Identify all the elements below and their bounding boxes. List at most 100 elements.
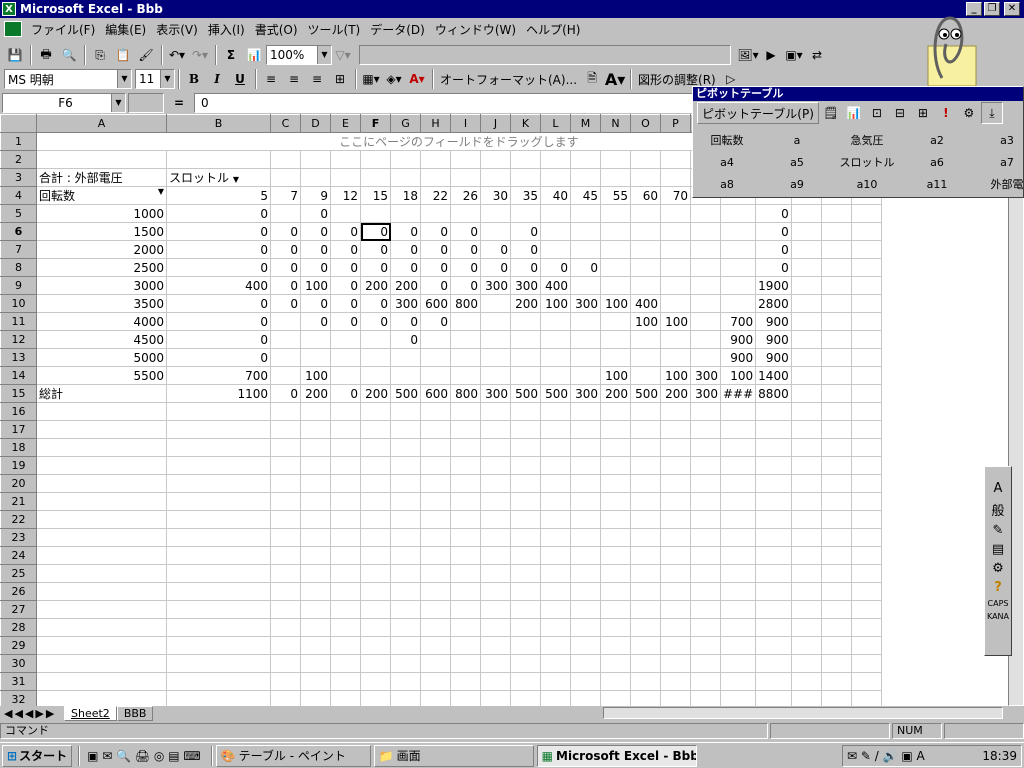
pivot-value-cell[interactable]: [690, 222, 721, 241]
cell[interactable]: [390, 600, 421, 619]
pivot-field-button[interactable]: a3: [977, 131, 1024, 151]
cell[interactable]: [36, 618, 167, 637]
cell[interactable]: [390, 402, 421, 421]
pivot-row-item[interactable]: 2500: [36, 258, 167, 277]
cell[interactable]: [570, 672, 601, 691]
pivot-field-button[interactable]: a5: [767, 153, 827, 173]
cell[interactable]: [660, 474, 691, 493]
column-header-G[interactable]: G: [390, 114, 421, 133]
font-color-icon[interactable]: A▾: [406, 68, 428, 90]
cell[interactable]: [36, 564, 167, 583]
pivot-value-cell[interactable]: 0: [540, 258, 571, 277]
cell[interactable]: [790, 672, 822, 691]
cell[interactable]: [790, 528, 822, 547]
pivot-value-cell[interactable]: 0: [330, 240, 361, 259]
autoformat-button[interactable]: オートフォーマット(A)...: [437, 68, 580, 90]
pivot-value-cell[interactable]: [719, 204, 757, 223]
chevron-down-icon[interactable]: ▼: [117, 70, 131, 88]
cell[interactable]: [330, 528, 361, 547]
cell[interactable]: [300, 654, 331, 673]
cell[interactable]: [270, 654, 301, 673]
cell[interactable]: [300, 600, 331, 619]
print-preview-icon[interactable]: 🔍: [58, 44, 80, 66]
cell[interactable]: [330, 438, 361, 457]
pivot-value-cell[interactable]: [480, 294, 511, 313]
pivot-value-cell[interactable]: 2800: [755, 294, 792, 313]
pivot-column-item[interactable]: 35: [510, 186, 541, 205]
row-header[interactable]: 21: [0, 492, 37, 511]
cell[interactable]: [510, 672, 541, 691]
row-header[interactable]: 25: [0, 564, 37, 583]
pivot-value-cell[interactable]: [390, 366, 421, 385]
cell[interactable]: [850, 636, 882, 655]
pivot-value-cell[interactable]: 0: [755, 222, 792, 241]
cell[interactable]: [755, 456, 792, 475]
cell[interactable]: [820, 366, 852, 385]
cell[interactable]: [270, 474, 301, 493]
grand-total-cell[interactable]: 総計: [36, 384, 167, 403]
cell[interactable]: [790, 204, 822, 223]
cell[interactable]: [270, 150, 301, 169]
cell[interactable]: [480, 672, 511, 691]
cell[interactable]: [510, 150, 541, 169]
cell[interactable]: [600, 492, 631, 511]
column-header-A[interactable]: A: [36, 114, 167, 133]
cell[interactable]: [790, 240, 822, 259]
autosum-button[interactable]: Σ: [220, 44, 242, 66]
grand-total-cell[interactable]: 0: [330, 384, 361, 403]
cell[interactable]: [510, 690, 541, 706]
cell[interactable]: [630, 528, 661, 547]
cell[interactable]: [330, 654, 361, 673]
cell[interactable]: [480, 402, 511, 421]
menu-file[interactable]: ファイル(F): [26, 21, 100, 38]
pivot-column-item[interactable]: 9: [300, 186, 331, 205]
cell[interactable]: [820, 330, 852, 349]
cell[interactable]: [420, 636, 451, 655]
pivot-value-cell[interactable]: [330, 366, 361, 385]
cell[interactable]: [420, 168, 451, 187]
pivot-value-cell[interactable]: [719, 240, 757, 259]
column-header-N[interactable]: N: [600, 114, 631, 133]
cell[interactable]: [450, 528, 481, 547]
cell[interactable]: [660, 618, 691, 637]
pivot-value-cell[interactable]: 0: [755, 204, 792, 223]
pivot-value-cell[interactable]: 700: [166, 366, 271, 385]
chevron-down-icon[interactable]: ▼: [233, 175, 239, 184]
pivot-value-cell[interactable]: [450, 312, 481, 331]
cell[interactable]: [540, 492, 571, 511]
pivot-value-cell[interactable]: [270, 204, 301, 223]
pivot-value-cell[interactable]: [570, 366, 601, 385]
cell[interactable]: [690, 456, 721, 475]
pivot-value-cell[interactable]: [450, 330, 481, 349]
pivot-value-cell[interactable]: 0: [166, 312, 271, 331]
pivot-column-field[interactable]: スロットル ▼: [166, 168, 271, 187]
cell[interactable]: [166, 474, 271, 493]
fill-shape-icon[interactable]: ▣▾: [783, 44, 805, 66]
cell[interactable]: [480, 636, 511, 655]
grand-total-cell[interactable]: ###: [719, 384, 757, 403]
tab-sheet2[interactable]: Sheet2: [64, 705, 117, 721]
pivot-value-cell[interactable]: [600, 240, 631, 259]
row-header[interactable]: 14: [0, 366, 37, 385]
pivot-value-cell[interactable]: [600, 258, 631, 277]
cell[interactable]: [390, 168, 421, 187]
pivot-column-item[interactable]: 70: [660, 186, 691, 205]
cell[interactable]: [850, 294, 882, 313]
cell[interactable]: [300, 546, 331, 565]
cell[interactable]: [450, 564, 481, 583]
cell[interactable]: [360, 510, 391, 529]
cell[interactable]: [850, 474, 882, 493]
pivot-value-cell[interactable]: 900: [719, 330, 757, 349]
cell[interactable]: [360, 492, 391, 511]
cell[interactable]: [790, 276, 822, 295]
pivot-show-detail-icon[interactable]: ⊞: [912, 102, 934, 124]
cell[interactable]: [330, 150, 361, 169]
pivot-value-cell[interactable]: 0: [755, 258, 792, 277]
cell[interactable]: [300, 150, 331, 169]
cell[interactable]: [600, 582, 631, 601]
cell[interactable]: [660, 150, 691, 169]
pivot-value-cell[interactable]: 100: [660, 312, 691, 331]
pivot-field-button[interactable]: a: [767, 131, 827, 151]
pivot-value-cell[interactable]: [510, 204, 541, 223]
pivot-row-item[interactable]: 4500: [36, 330, 167, 349]
